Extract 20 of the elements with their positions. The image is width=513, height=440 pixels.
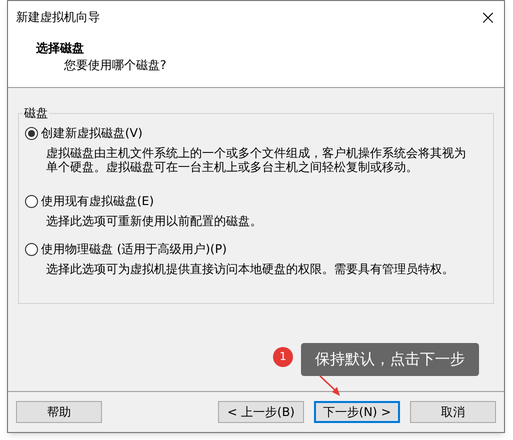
group-title: 磁盘 bbox=[23, 105, 49, 122]
radio-option[interactable]: 使用物理磁盘 (适用于高级用户)(P) bbox=[25, 240, 487, 258]
dialog-button[interactable]: 取消 bbox=[410, 401, 496, 423]
page-subtitle: 您要使用哪个磁盘? bbox=[63, 57, 168, 74]
hint-tooltip: 保持默认，点击下一步 bbox=[301, 343, 479, 376]
radio-button[interactable] bbox=[25, 242, 38, 256]
pointer-arrow bbox=[318, 375, 342, 397]
option-description: 选择此选项可为虚拟机提供直接访问本地硬盘的权限。需要具有管理员特权。 bbox=[45, 262, 455, 276]
help-button[interactable]: 帮助 bbox=[16, 401, 102, 423]
option-description: 虚拟磁盘由主机文件系统上的一个或多个文件组成，客户机操作系统会将其视为单个硬盘。虚拟磁盘可在一台主机上或多台主机之间轻松复制或移动。 bbox=[45, 146, 467, 174]
window-title: 新建虚拟机向导 bbox=[16, 8, 100, 26]
dialog-button[interactable]: 下一步(N) > bbox=[314, 401, 400, 423]
radio-option[interactable]: 使用现有虚拟磁盘(E) bbox=[25, 192, 487, 210]
dialog-button[interactable]: < 上一步(B) bbox=[218, 401, 304, 423]
radio-button[interactable] bbox=[25, 194, 38, 208]
option-description: 选择此选项可重新使用以前配置的磁盘。 bbox=[45, 214, 263, 228]
radio-option[interactable]: 创建新虚拟磁盘(V) bbox=[25, 124, 487, 142]
radio-button[interactable] bbox=[25, 126, 38, 140]
close-button[interactable]: × bbox=[472, 2, 504, 32]
page-title: 选择磁盘 bbox=[36, 40, 85, 56]
